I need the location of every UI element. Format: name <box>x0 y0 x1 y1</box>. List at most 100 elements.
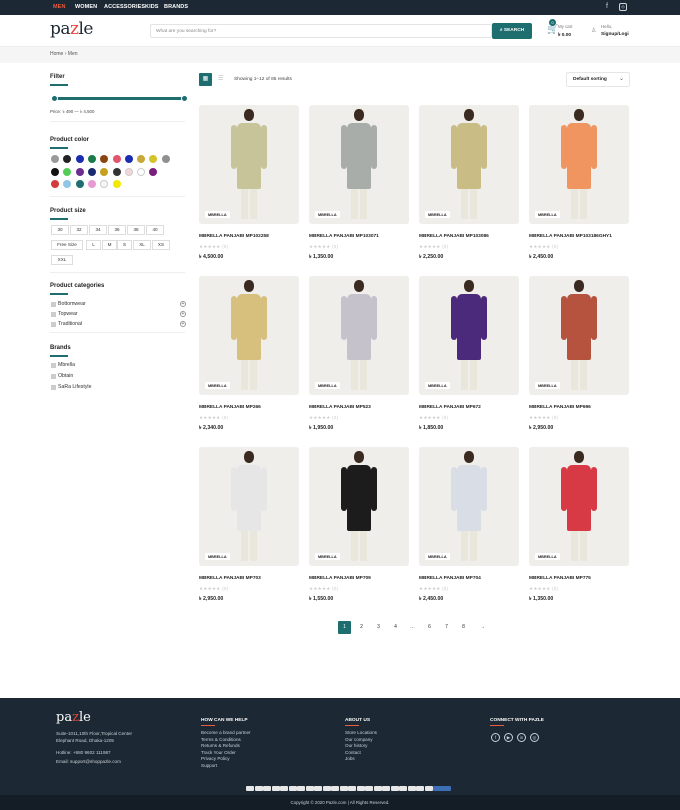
color-swatch[interactable] <box>75 167 84 176</box>
instagram-icon[interactable]: ◎ <box>619 3 627 11</box>
brand-checkbox[interactable] <box>51 363 56 368</box>
search-button[interactable]: ⌕ SEARCH <box>492 23 532 39</box>
expand-plus-icon[interactable]: + <box>180 311 186 317</box>
color-swatch[interactable] <box>100 167 109 176</box>
footer-link[interactable]: Store Locations <box>345 730 377 737</box>
brand-label[interactable]: Obtain <box>58 373 73 379</box>
account-link[interactable]: Signup/Logi <box>601 32 629 37</box>
color-swatch[interactable] <box>75 155 84 163</box>
facebook-icon[interactable]: f <box>491 733 500 742</box>
price-slider-max-handle[interactable] <box>181 95 188 102</box>
grid-view-icon[interactable]: ▦ <box>199 73 212 86</box>
color-swatch[interactable] <box>87 180 96 188</box>
linkedin-icon[interactable]: in <box>517 733 526 742</box>
page-number[interactable]: 7 <box>440 621 453 634</box>
product-image[interactable]: MBRELLA <box>309 447 409 566</box>
product-image[interactable]: MBRELLA <box>419 447 519 566</box>
instagram-icon[interactable]: ◎ <box>530 733 539 742</box>
page-number[interactable]: 1 <box>338 621 351 634</box>
footer-link[interactable]: Privacy Policy <box>201 756 251 763</box>
footer-link[interactable]: Contact <box>345 750 377 757</box>
size-option[interactable]: 36 <box>108 225 126 235</box>
search-input[interactable]: What are you searching for? <box>150 24 492 38</box>
product-image[interactable]: MBRELLA <box>309 105 409 224</box>
product-name[interactable]: MBRELLA PANJABI MP103071 <box>309 234 379 239</box>
footer-link[interactable]: Become a brand partner <box>201 730 251 737</box>
size-option[interactable]: S <box>117 240 132 250</box>
page-number[interactable]: 8 <box>457 621 470 634</box>
color-swatch[interactable] <box>112 155 121 163</box>
color-swatch[interactable] <box>124 167 133 176</box>
product-name[interactable]: MBRELLA PANJABI MP102258 <box>199 234 269 239</box>
product-name[interactable]: MBRELLA PANJABI MP266 <box>199 405 261 410</box>
nav-kids[interactable]: KIDS <box>145 4 159 10</box>
product-name[interactable]: MBRELLA PANJABI MP775 <box>529 576 591 581</box>
size-option[interactable]: XXL <box>51 255 73 265</box>
price-slider-track[interactable] <box>54 97 184 100</box>
breadcrumb-home[interactable]: Home <box>50 51 63 57</box>
user-icon[interactable]: ♙ <box>591 27 596 34</box>
brand-checkbox[interactable] <box>51 374 56 379</box>
size-option[interactable]: 32 <box>70 225 88 235</box>
product-name[interactable]: MBRELLA PANJABI MP709 <box>309 576 371 581</box>
color-swatch[interactable] <box>149 167 158 176</box>
size-option[interactable]: M <box>102 240 117 250</box>
footer-link[interactable]: Terms & Conditions <box>201 737 251 744</box>
footer-link[interactable]: Our company <box>345 737 377 744</box>
product-name[interactable]: MBRELLA PANJABI MP696 <box>529 405 591 410</box>
color-swatch[interactable] <box>149 155 158 163</box>
size-option[interactable]: 34 <box>89 225 107 235</box>
color-swatch[interactable] <box>51 180 59 188</box>
sort-select[interactable]: Default sorting ⌄ <box>566 72 630 87</box>
color-swatch[interactable] <box>87 155 96 163</box>
product-name[interactable]: MBRELLA PANJABI MP103086 <box>419 234 489 239</box>
color-swatch[interactable] <box>63 180 72 188</box>
size-option[interactable]: XL <box>133 240 151 250</box>
expand-plus-icon[interactable]: + <box>180 321 186 327</box>
category-checkbox[interactable] <box>51 322 56 327</box>
brand-checkbox[interactable] <box>51 385 56 390</box>
nav-men[interactable]: MEN <box>53 4 66 10</box>
footer-link[interactable]: Jobs <box>345 756 377 763</box>
color-swatch[interactable] <box>51 167 59 176</box>
footer-link[interactable]: Our history <box>345 743 377 750</box>
size-option[interactable]: 38 <box>127 225 145 235</box>
product-image[interactable]: MBRELLA <box>529 447 629 566</box>
page-number[interactable]: 2 <box>355 621 368 634</box>
product-image[interactable]: MBRELLA <box>419 276 519 395</box>
brand-label[interactable]: Mbrella <box>58 362 75 368</box>
color-swatch[interactable] <box>161 155 170 163</box>
color-swatch[interactable] <box>51 155 59 163</box>
product-image[interactable]: MBRELLA <box>199 447 299 566</box>
list-view-icon[interactable]: ☰ <box>218 73 228 86</box>
facebook-icon[interactable]: f <box>603 3 611 11</box>
category-label[interactable]: Traditional <box>58 321 82 327</box>
product-name[interactable]: MBRELLA PANJABI MP523 <box>309 405 371 410</box>
color-swatch[interactable] <box>112 167 121 176</box>
product-image[interactable]: MBRELLA <box>309 276 409 395</box>
product-image[interactable]: MBRELLA <box>529 276 629 395</box>
cart-total[interactable]: ৳ 0.00 <box>558 32 571 40</box>
color-swatch[interactable] <box>87 167 96 176</box>
category-checkbox[interactable] <box>51 302 56 307</box>
product-image[interactable]: MBRELLA <box>199 276 299 395</box>
size-option[interactable]: Free Size <box>51 240 83 250</box>
footer-email[interactable]: Email: support@shoppazle.com <box>56 759 121 766</box>
page-number[interactable]: 6 <box>423 621 436 634</box>
size-option[interactable]: L <box>86 240 101 250</box>
brand-label[interactable]: SaRa Lifestyle <box>58 384 91 390</box>
color-swatch[interactable] <box>75 180 84 188</box>
product-name[interactable]: MBRELLA PANJABI MP103186GHY1 <box>529 234 612 239</box>
color-swatch[interactable] <box>112 180 121 188</box>
product-image[interactable]: MBRELLA <box>199 105 299 224</box>
product-name[interactable]: MBRELLA PANJABI MP703 <box>199 576 261 581</box>
nav-accessories[interactable]: ACCESSORIES <box>104 4 145 10</box>
color-swatch[interactable] <box>63 167 72 176</box>
page-number[interactable]: 3 <box>372 621 385 634</box>
page-number[interactable]: 4 <box>389 621 402 634</box>
price-slider-min-handle[interactable] <box>51 95 58 102</box>
footer-link[interactable]: Returns & Refunds <box>201 743 251 750</box>
logo[interactable]: pazle <box>50 19 94 39</box>
color-swatch[interactable] <box>137 155 146 163</box>
color-swatch[interactable] <box>63 155 72 163</box>
